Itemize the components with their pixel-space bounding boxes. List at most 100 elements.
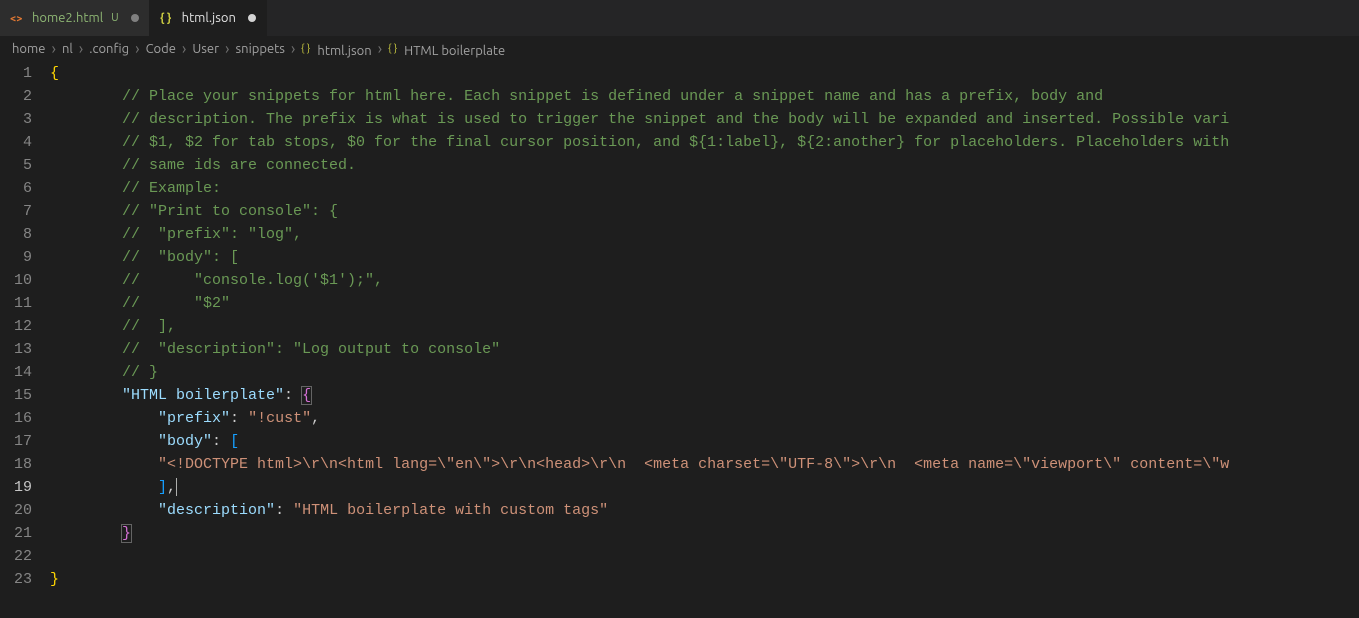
code-line[interactable]: // same ids are connected. (50, 154, 1359, 177)
code-token: , (311, 410, 320, 427)
line-number: 15 (6, 384, 32, 407)
line-number: 3 (6, 108, 32, 131)
code-line[interactable]: // "body": [ (50, 246, 1359, 269)
code-token: { (50, 65, 59, 82)
code-line[interactable]: "HTML boilerplate": { (50, 384, 1359, 407)
code-line[interactable]: { (50, 62, 1359, 85)
code-line[interactable] (50, 545, 1359, 568)
braces-icon: { } (301, 41, 315, 55)
line-number: 21 (6, 522, 32, 545)
svg-text:{ }: { } (301, 41, 310, 53)
code-line[interactable]: ], (50, 476, 1359, 499)
code-token: : (230, 410, 248, 427)
tab-vcs-status: U (111, 12, 119, 24)
breadcrumb-item[interactable]: nl (62, 42, 73, 56)
code-token: ] (158, 479, 167, 496)
breadcrumb-item[interactable]: { } html.json (301, 41, 371, 58)
chevron-right-icon: › (49, 40, 58, 58)
code-token: // "$2" (122, 295, 230, 312)
code-line[interactable]: // description. The prefix is what is us… (50, 108, 1359, 131)
code-line[interactable]: // } (50, 361, 1359, 384)
code-line[interactable]: // "prefix": "log", (50, 223, 1359, 246)
code-line[interactable]: "body": [ (50, 430, 1359, 453)
line-number: 9 (6, 246, 32, 269)
html-file-icon: <> (10, 10, 26, 26)
breadcrumb-item[interactable]: Code (146, 42, 176, 56)
code-token: "!cust" (248, 410, 311, 427)
code-token: // "description": "Log output to console… (122, 341, 500, 358)
code-token: "prefix" (158, 410, 230, 427)
code-token: // } (122, 364, 158, 381)
editor-tabs: <>home2.htmlU{ }html.json (0, 0, 1359, 36)
code-line[interactable]: } (50, 522, 1359, 545)
text-cursor (176, 478, 177, 496)
code-token: // "prefix": "log", (122, 226, 302, 243)
code-token: "description" (158, 502, 275, 519)
code-line[interactable]: // Example: (50, 177, 1359, 200)
svg-text:<>: <> (10, 13, 22, 25)
code-token: // same ids are connected. (122, 157, 356, 174)
breadcrumb-item[interactable]: { }HTML boilerplate (388, 41, 505, 58)
line-number: 20 (6, 499, 32, 522)
tab-label: html.json (182, 11, 236, 25)
line-number: 16 (6, 407, 32, 430)
line-number: 17 (6, 430, 32, 453)
line-number: 18 (6, 453, 32, 476)
chevron-right-icon: › (223, 40, 232, 58)
line-number: 6 (6, 177, 32, 200)
code-line[interactable]: "<!DOCTYPE html>\r\n<html lang=\"en\">\r… (50, 453, 1359, 476)
code-line[interactable]: // "console.log('$1');", (50, 269, 1359, 292)
code-token: "body" (158, 433, 212, 450)
chevron-right-icon: › (376, 40, 385, 58)
editor-tab-home2-html[interactable]: <>home2.htmlU (0, 0, 150, 36)
line-number: 23 (6, 568, 32, 591)
chevron-right-icon: › (77, 40, 86, 58)
code-line[interactable]: // "$2" (50, 292, 1359, 315)
code-token: // "Print to console": { (122, 203, 338, 220)
code-content[interactable]: { // Place your snippets for html here. … (50, 62, 1359, 618)
code-line[interactable]: "description": "HTML boilerplate with cu… (50, 499, 1359, 522)
braces-icon: { } (388, 41, 402, 55)
code-token: // $1, $2 for tab stops, $0 for the fina… (122, 134, 1229, 151)
breadcrumb-label: snippets (236, 42, 285, 56)
line-number: 12 (6, 315, 32, 338)
code-line[interactable]: "prefix": "!cust", (50, 407, 1359, 430)
chevron-right-icon: › (180, 40, 189, 58)
breadcrumb-item[interactable]: .config (89, 42, 129, 56)
code-token: , (167, 479, 176, 496)
code-line[interactable]: // "description": "Log output to console… (50, 338, 1359, 361)
code-editor[interactable]: 1234567891011121314151617181920212223 { … (0, 62, 1359, 618)
line-number: 13 (6, 338, 32, 361)
line-number: 19 (6, 476, 32, 499)
code-line[interactable]: // Place your snippets for html here. Ea… (50, 85, 1359, 108)
code-line[interactable]: } (50, 568, 1359, 591)
code-token: "HTML boilerplate with custom tags" (293, 502, 608, 519)
line-number: 11 (6, 292, 32, 315)
line-number: 22 (6, 545, 32, 568)
editor-tab-html-json[interactable]: { }html.json (150, 0, 267, 36)
code-token: // Example: (122, 180, 221, 197)
code-line[interactable]: // "Print to console": { (50, 200, 1359, 223)
breadcrumb-item[interactable]: snippets (236, 42, 285, 56)
breadcrumb-item[interactable]: User (192, 42, 219, 56)
code-token: } (122, 525, 131, 542)
code-token: : (212, 433, 230, 450)
code-token: // Place your snippets for html here. Ea… (122, 88, 1103, 105)
code-line[interactable]: // ], (50, 315, 1359, 338)
code-token: } (50, 571, 59, 588)
line-number: 10 (6, 269, 32, 292)
breadcrumb-label: html.json (317, 44, 371, 58)
code-line[interactable]: // $1, $2 for tab stops, $0 for the fina… (50, 131, 1359, 154)
breadcrumb-label: Code (146, 42, 176, 56)
breadcrumb-label: User (192, 42, 219, 56)
line-number: 1 (6, 62, 32, 85)
chevron-right-icon: › (133, 40, 142, 58)
unsaved-indicator-icon (248, 14, 256, 22)
line-number-gutter: 1234567891011121314151617181920212223 (0, 62, 50, 618)
breadcrumb-label: home (12, 42, 45, 56)
line-number: 8 (6, 223, 32, 246)
code-token: : (284, 387, 302, 404)
code-token: // "body": [ (122, 249, 239, 266)
line-number: 5 (6, 154, 32, 177)
breadcrumb-item[interactable]: home (12, 42, 45, 56)
